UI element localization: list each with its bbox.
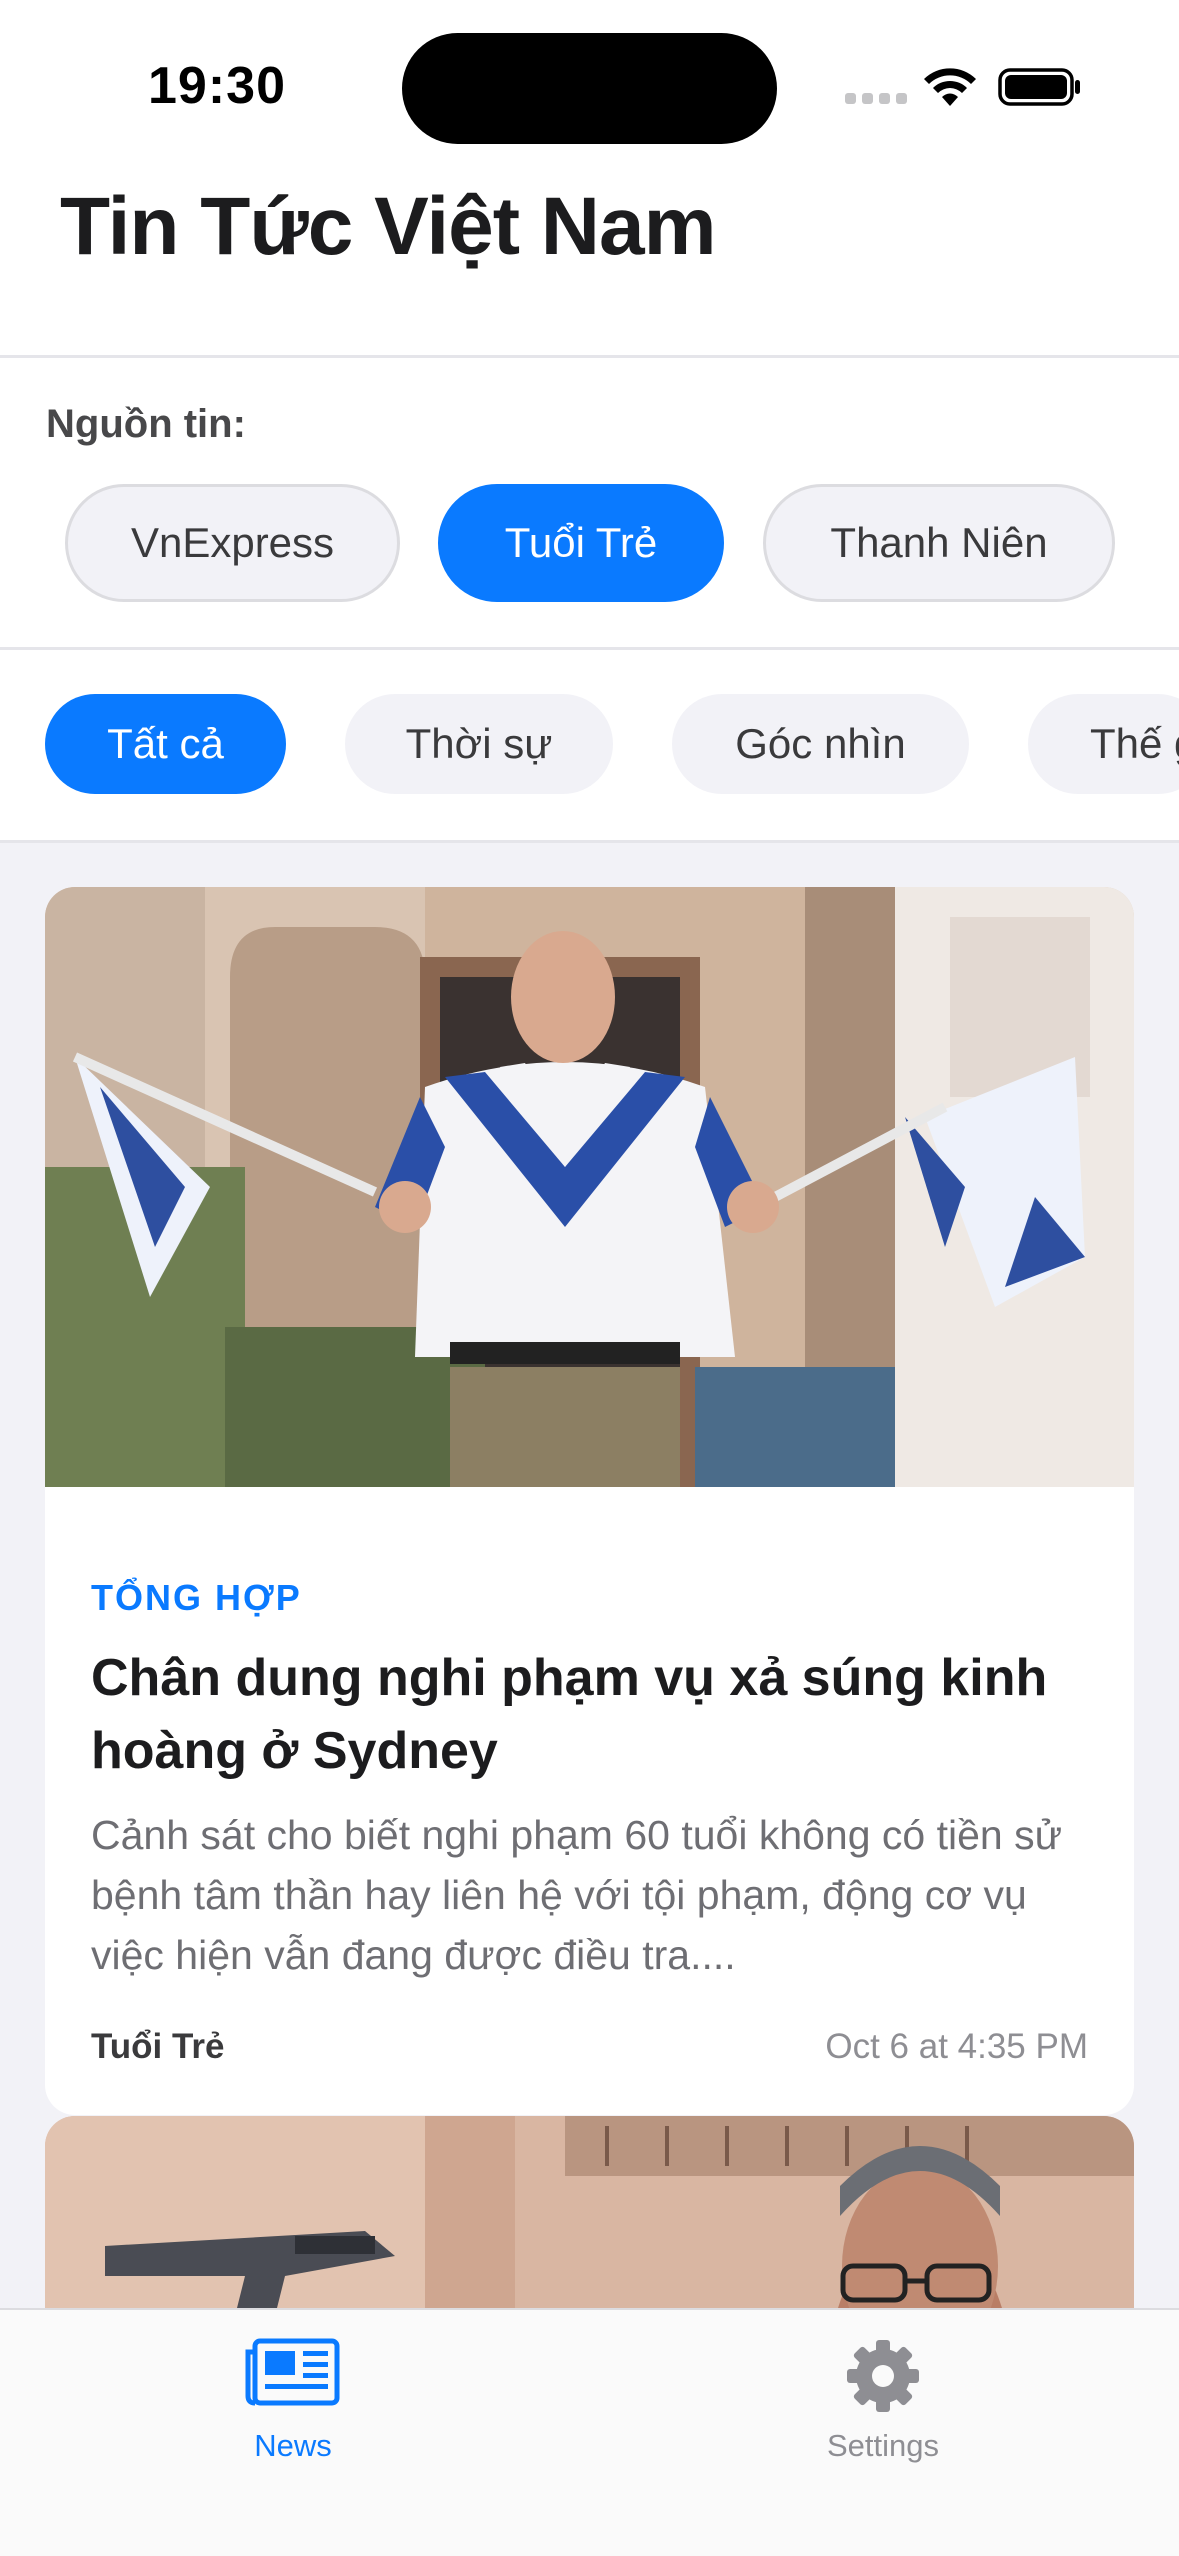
battery-icon bbox=[998, 68, 1080, 106]
article-image bbox=[45, 887, 1134, 1487]
page-title: Tin Tức Việt Nam bbox=[60, 181, 717, 272]
article-time: Oct 6 at 4:35 PM bbox=[825, 2027, 1088, 2066]
article-summary: Cảnh sát cho biết nghi phạm 60 tuổi khôn… bbox=[91, 1812, 1063, 1978]
category-chip-all[interactable]: Tất cả bbox=[45, 694, 286, 794]
article-category: TỔNG HỢP bbox=[91, 1577, 302, 1618]
article-title[interactable]: Chân dung nghi phạm vụ xả súng kinh hoàn… bbox=[91, 1642, 1091, 1788]
tab-settings[interactable]: Settings bbox=[783, 2330, 983, 2463]
article-card[interactable] bbox=[45, 2116, 1134, 2308]
source-label: Nguồn tin: bbox=[46, 402, 246, 446]
news-feed[interactable]: TỔNG HỢP Chân dung nghi phạm vụ xả súng … bbox=[0, 843, 1179, 2308]
article-card[interactable]: TỔNG HỢP Chân dung nghi phạm vụ xả súng … bbox=[45, 887, 1134, 2115]
source-pill-tuoitre[interactable]: Tuổi Trẻ bbox=[438, 484, 724, 602]
tab-news-label: News bbox=[254, 2428, 332, 2463]
wifi-icon bbox=[924, 68, 976, 106]
status-bar: 19:30 bbox=[0, 0, 1179, 175]
category-chip-opinion[interactable]: Góc nhìn bbox=[672, 694, 969, 794]
category-chip-news[interactable]: Thời sự bbox=[345, 694, 613, 794]
gear-icon bbox=[847, 2340, 919, 2412]
cellular-signal-icon bbox=[845, 93, 907, 104]
article-image bbox=[45, 2116, 1134, 2308]
tab-news[interactable]: News bbox=[193, 2330, 393, 2463]
newspaper-icon bbox=[245, 2338, 340, 2406]
tab-settings-label: Settings bbox=[826, 2428, 939, 2463]
category-chip-world[interactable]: Thế giới bbox=[1028, 694, 1179, 794]
status-time: 19:30 bbox=[148, 57, 286, 115]
source-divider bbox=[0, 647, 1179, 650]
source-pill-thanhnien[interactable]: Thanh Niên bbox=[763, 484, 1115, 602]
tab-bar: News Settings bbox=[0, 2308, 1179, 2556]
source-pill-vnexpress[interactable]: VnExpress bbox=[65, 484, 400, 602]
article-source: Tuổi Trẻ bbox=[91, 2027, 225, 2066]
header-divider bbox=[0, 355, 1179, 358]
dynamic-island bbox=[402, 33, 777, 144]
